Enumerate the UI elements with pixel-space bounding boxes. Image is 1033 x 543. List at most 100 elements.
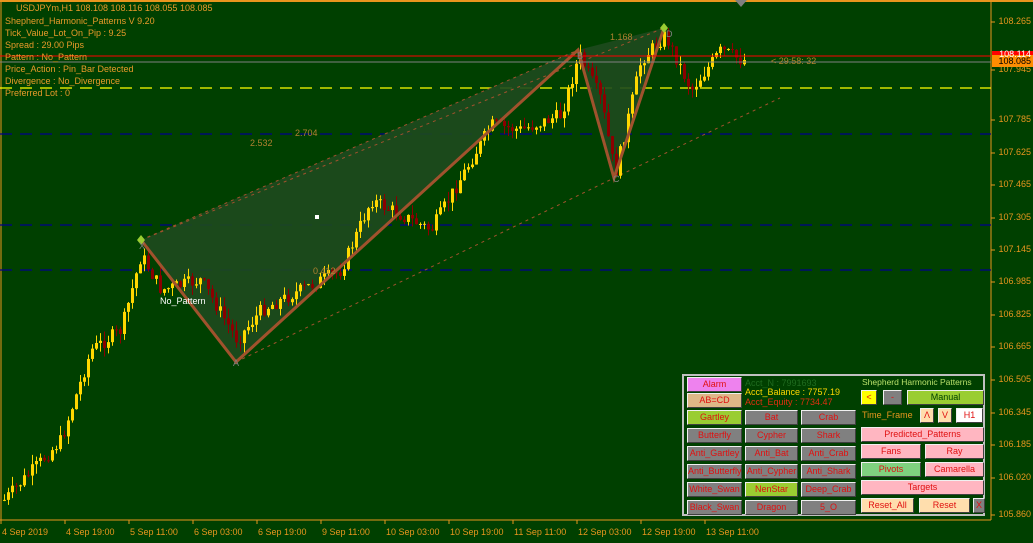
candle-bull	[555, 110, 558, 119]
candle-bull	[563, 111, 566, 119]
candle-bull	[371, 206, 374, 209]
pattern-button-white-swan[interactable]: White_Swan	[687, 482, 742, 497]
candle-bull	[219, 306, 222, 311]
candle-bull	[163, 289, 166, 293]
candle-bull	[551, 118, 554, 124]
candle-bear	[383, 199, 386, 210]
pattern-button-anti-cypher[interactable]: Anti_Cypher	[745, 464, 798, 479]
candle-bear	[399, 216, 402, 220]
pattern-button-cypher[interactable]: Cypher	[745, 428, 798, 443]
candle-bull	[695, 86, 698, 90]
candle-bear	[47, 460, 50, 462]
candle-bull	[83, 377, 86, 382]
candle-bull	[707, 66, 710, 77]
pattern-button-butterfly[interactable]: Butterfly	[687, 428, 742, 443]
candle-bull	[95, 342, 98, 349]
pattern-button-shark[interactable]: Shark	[801, 428, 856, 443]
candle-bull	[259, 304, 262, 316]
camarella-button[interactable]: Camarella	[925, 462, 984, 477]
candle-bull	[243, 330, 246, 344]
candle-bull	[187, 276, 190, 279]
candle-bear	[63, 435, 66, 437]
divergence-status: Divergence : No_Divergence	[5, 76, 121, 86]
prev-button[interactable]: <	[861, 390, 877, 405]
pattern-button-anti-bat[interactable]: Anti_Bat	[745, 446, 798, 461]
pattern-button-anti-crab[interactable]: Anti_Crab	[801, 446, 856, 461]
candle-bear	[119, 329, 122, 334]
reset-all-button[interactable]: Reset_All	[861, 498, 914, 513]
targets-button[interactable]: Targets	[861, 480, 984, 495]
candle-bear	[431, 229, 434, 231]
candle-bull	[679, 64, 682, 66]
candle-bull	[127, 302, 130, 312]
candle-bull	[87, 358, 90, 378]
pattern-button-black-swan[interactable]: Black_Swan	[687, 500, 742, 515]
candle-bull	[443, 201, 446, 208]
candle-bull	[51, 450, 54, 461]
candle-bull	[135, 273, 138, 289]
candle-bear	[427, 223, 430, 230]
pattern-button-anti-butterfly[interactable]: Anti_Butterfly	[687, 464, 742, 479]
pattern-button-dragon[interactable]: Dragon	[745, 500, 798, 515]
candle-bear	[263, 304, 266, 316]
candle-bear	[239, 342, 242, 344]
candle-bull	[71, 409, 74, 421]
pivots-button[interactable]: Pivots	[861, 462, 921, 477]
point-c-label: C	[613, 174, 620, 184]
predicted-patterns-button[interactable]: Predicted_Patterns	[861, 427, 984, 442]
candle-bull	[355, 231, 358, 248]
cursor-marker	[315, 215, 319, 219]
pattern-button-gartley[interactable]: Gartley	[687, 410, 742, 425]
candle-bull	[451, 188, 454, 203]
candle-bull	[643, 63, 646, 66]
timeframe-value[interactable]: H1	[956, 408, 983, 423]
ratio-label: 0.412	[313, 266, 336, 276]
candle-bull	[535, 127, 538, 130]
pattern-button-anti-shark[interactable]: Anti_Shark	[801, 464, 856, 479]
pattern-button-bat[interactable]: Bat	[745, 410, 798, 425]
candle-bear	[43, 457, 46, 461]
pattern-button-crab[interactable]: Crab	[801, 410, 856, 425]
candle-bull	[571, 84, 574, 88]
candle-bull	[59, 435, 62, 450]
ray-button[interactable]: Ray	[925, 444, 984, 459]
alarm-button[interactable]: Alarm	[687, 377, 742, 392]
time-axis-label: 4 Sep 19:00	[66, 527, 115, 537]
timeframe-down-button[interactable]: V	[938, 408, 952, 423]
candle-bull	[367, 208, 370, 221]
mode-manual-button[interactable]: Manual	[907, 390, 984, 405]
pattern-button-5-o[interactable]: 5_O	[801, 500, 856, 515]
candle-bull	[11, 485, 14, 493]
candle-bull	[155, 275, 158, 279]
pattern-button-deep-crab[interactable]: Deep_Crab	[801, 482, 856, 497]
pattern-button-nenstar[interactable]: NenStar	[745, 482, 798, 497]
pattern-button-anti-gartley[interactable]: Anti_Gartley	[687, 446, 742, 461]
fans-button[interactable]: Fans	[861, 444, 921, 459]
timeframe-up-button[interactable]: Λ	[920, 408, 934, 423]
candle-bull	[719, 46, 722, 54]
candle-bear	[683, 64, 686, 79]
time-axis-label: 11 Sep 11:00	[514, 527, 567, 537]
price-axis-label: 106.020	[998, 472, 1031, 482]
candle-bull	[651, 43, 654, 56]
candle-bull	[575, 63, 578, 85]
time-axis-label: 12 Sep 19:00	[642, 527, 696, 537]
close-panel-button[interactable]: X	[973, 498, 985, 513]
abcd-button[interactable]: AB=CD	[687, 393, 742, 408]
time-axis-label: 12 Sep 03:00	[578, 527, 632, 537]
candle-bear	[511, 127, 514, 131]
candle-bear	[403, 219, 406, 222]
candle-bear	[115, 329, 118, 331]
price-axis-label: 106.185	[998, 439, 1031, 449]
candle-bull	[359, 220, 362, 232]
candle-bull	[271, 304, 274, 309]
candle-bear	[179, 281, 182, 287]
candle-bull	[23, 475, 26, 486]
minus-button[interactable]: -	[883, 390, 902, 405]
candle-bull	[183, 278, 186, 287]
candle-bull	[67, 420, 70, 437]
reset-button[interactable]: Reset	[919, 498, 970, 513]
candle-bull	[255, 315, 258, 325]
candle-bull	[703, 76, 706, 81]
candle-bear	[531, 127, 534, 130]
